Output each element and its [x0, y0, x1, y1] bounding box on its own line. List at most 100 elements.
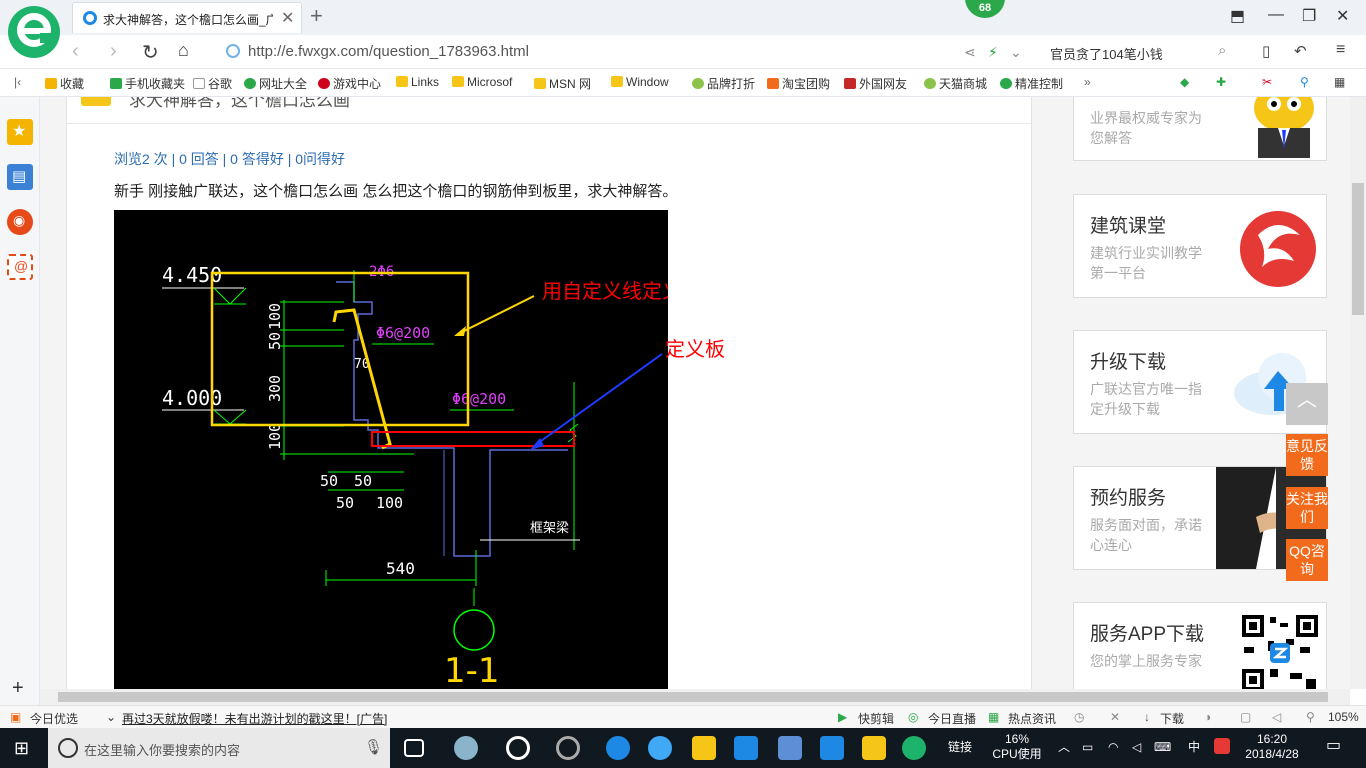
- bookmark-favorites[interactable]: 收藏: [45, 75, 84, 92]
- bookmark-games[interactable]: 游戏中心: [318, 75, 381, 92]
- back-to-top-button[interactable]: ︿: [1286, 383, 1328, 425]
- close-window-icon[interactable]: ✕: [1336, 6, 1349, 26]
- volume-icon[interactable]: ◁: [1272, 710, 1281, 724]
- bookmark-microsoft[interactable]: Microsof: [452, 75, 512, 89]
- bookmark-tmall[interactable]: 天猫商城: [924, 75, 987, 92]
- plugin-icon[interactable]: ✚: [1216, 75, 1226, 89]
- bookmark-precise[interactable]: 精准控制: [1000, 75, 1063, 92]
- notification-center-icon[interactable]: ▭: [1326, 738, 1341, 754]
- horizontal-scrollbar[interactable]: [40, 689, 1350, 705]
- edge-icon[interactable]: [606, 736, 630, 760]
- news-link[interactable]: 热点资讯: [1008, 710, 1056, 727]
- active-tab[interactable]: 求大神解答，这个檐口怎么画_广联 ✕: [72, 2, 302, 33]
- menu-icon[interactable]: ≡: [1336, 41, 1345, 59]
- keyboard-icon[interactable]: ⌨: [1154, 740, 1171, 755]
- taskbar-search-input[interactable]: 在这里输入你要搜索的内容 🎙: [48, 728, 390, 768]
- share-icon[interactable]: ⋖: [964, 44, 976, 61]
- ad-link[interactable]: 再过3天就放假喽！未有出游计划的戳这里！[广告]: [122, 710, 387, 727]
- minimize-icon[interactable]: —: [1268, 6, 1284, 24]
- chevron-down-icon[interactable]: ⌄: [1010, 44, 1022, 61]
- refresh-icon[interactable]: ↻: [142, 40, 159, 65]
- bookmark-msn[interactable]: MSN 网: [534, 75, 591, 92]
- volume-tray-icon[interactable]: ◁: [1132, 740, 1141, 755]
- promo-app[interactable]: 服务APP下载 您的掌上服务专家: [1073, 602, 1327, 689]
- file-explorer-icon[interactable]: [692, 736, 716, 760]
- promo-course[interactable]: 建筑课堂 建筑行业实训教学第一平台: [1073, 194, 1327, 298]
- collapse-sidebar-icon[interactable]: |‹: [14, 75, 21, 89]
- g-app-icon[interactable]: [556, 736, 580, 760]
- bookmark-taobao[interactable]: 淘宝团购: [767, 75, 830, 92]
- weibo-icon[interactable]: ◉: [7, 209, 33, 235]
- mail-icon[interactable]: @: [7, 254, 33, 280]
- favorites-star-icon[interactable]: ★: [7, 119, 33, 145]
- promo-expert[interactable]: 业界最权威专家为您解答: [1073, 97, 1327, 161]
- chevron-down-icon[interactable]: ⌄: [106, 710, 116, 724]
- ie-icon[interactable]: [648, 736, 672, 760]
- browser-logo-icon[interactable]: [8, 6, 60, 58]
- today-picks[interactable]: 今日优选: [30, 710, 78, 727]
- url-field[interactable]: http://e.fwxgx.com/question_1783963.html: [222, 39, 1032, 65]
- links-toolbar[interactable]: 链接: [948, 740, 972, 755]
- window-icon[interactable]: ▢: [1240, 710, 1251, 724]
- search-icon[interactable]: ⌕: [1218, 42, 1226, 59]
- follow-us-button[interactable]: 关注我们: [1286, 487, 1328, 529]
- notification-badge[interactable]: 68: [965, 0, 1005, 18]
- question-panel: 求大神解答，这个檐口怎么画 浏览2 次 | 0 回答 | 0 答得好 | 0问得…: [66, 97, 1032, 689]
- scissors-icon[interactable]: ✂: [1262, 75, 1272, 89]
- battery-icon[interactable]: ▭: [1082, 740, 1093, 755]
- back-icon[interactable]: ‹: [72, 40, 79, 63]
- bookmark-google[interactable]: 谷歌: [193, 75, 232, 92]
- magnifier-icon[interactable]: ⚲: [1300, 75, 1309, 89]
- bookmark-mobile[interactable]: 手机收藏夹: [110, 75, 185, 92]
- add-sidebar-icon[interactable]: +: [12, 677, 24, 700]
- question-stats[interactable]: 浏览2 次 | 0 回答 | 0 答得好 | 0问得好: [114, 149, 345, 169]
- fan-app-icon[interactable]: [454, 736, 478, 760]
- plus-app-icon[interactable]: [820, 736, 844, 760]
- skin-icon[interactable]: ⬒: [1230, 6, 1245, 26]
- dim-row1-a: 50: [320, 472, 338, 490]
- active-browser-icon[interactable]: [902, 736, 926, 760]
- bookmark-hao[interactable]: 网址大全: [244, 75, 307, 92]
- glodon-icon[interactable]: [734, 736, 758, 760]
- restore-icon[interactable]: ❐: [1302, 6, 1316, 26]
- quick-edit-link[interactable]: 快剪辑: [858, 710, 894, 727]
- new-tab-icon[interactable]: +: [310, 3, 323, 29]
- task-view-icon[interactable]: [404, 739, 424, 757]
- windows-start-icon[interactable]: ⊞: [14, 738, 29, 759]
- question-badge-icon: [81, 97, 111, 106]
- close-tab-icon[interactable]: ✕: [281, 8, 294, 28]
- reading-list-icon[interactable]: ▤: [7, 164, 33, 190]
- undo-icon[interactable]: ↶: [1294, 42, 1307, 60]
- shield-icon[interactable]: ◆: [1180, 75, 1189, 89]
- ime-indicator[interactable]: 中: [1188, 740, 1200, 755]
- tool-icon[interactable]: ✕: [1110, 710, 1120, 724]
- store-icon[interactable]: [778, 736, 802, 760]
- forward-icon[interactable]: ›: [110, 40, 117, 63]
- download-link[interactable]: 下载: [1160, 710, 1184, 727]
- notes-app-icon[interactable]: [862, 736, 886, 760]
- bookmark-windows[interactable]: Window: [611, 75, 669, 89]
- mobile-icon[interactable]: ▯: [1262, 42, 1270, 60]
- microphone-icon[interactable]: 🎙: [364, 738, 383, 756]
- speed-icon[interactable]: ◷: [1074, 710, 1084, 724]
- zoom-level[interactable]: 105%: [1328, 710, 1359, 724]
- e-browser-icon[interactable]: [506, 736, 530, 760]
- clock[interactable]: 16:20 2018/4/28: [1240, 732, 1304, 762]
- feedback-button[interactable]: 意见反馈: [1286, 434, 1328, 476]
- bookmark-brand[interactable]: 品牌打折: [692, 75, 755, 92]
- sogou-icon[interactable]: [1214, 738, 1230, 754]
- browser-icon[interactable]: ◑: [1204, 710, 1211, 724]
- qq-consult-button[interactable]: QQ咨询: [1286, 539, 1328, 581]
- vertical-scrollbar[interactable]: [1350, 97, 1366, 689]
- grid-icon[interactable]: ▦: [1334, 75, 1345, 89]
- wifi-icon[interactable]: ◠: [1108, 740, 1118, 755]
- cpu-value: 16%: [1004, 732, 1030, 746]
- search-input[interactable]: 官员贪了104笔小钱 ⌕: [1040, 39, 1240, 65]
- lightning-icon[interactable]: ⚡: [988, 44, 998, 61]
- more-bookmarks-icon[interactable]: »: [1084, 75, 1091, 89]
- home-icon[interactable]: ⌂: [178, 40, 189, 61]
- tray-expand-icon[interactable]: ︿: [1058, 740, 1070, 755]
- bookmark-links[interactable]: Links: [396, 75, 439, 89]
- live-link[interactable]: 今日直播: [928, 710, 976, 727]
- bookmark-foreign[interactable]: 外国网友: [844, 75, 907, 92]
